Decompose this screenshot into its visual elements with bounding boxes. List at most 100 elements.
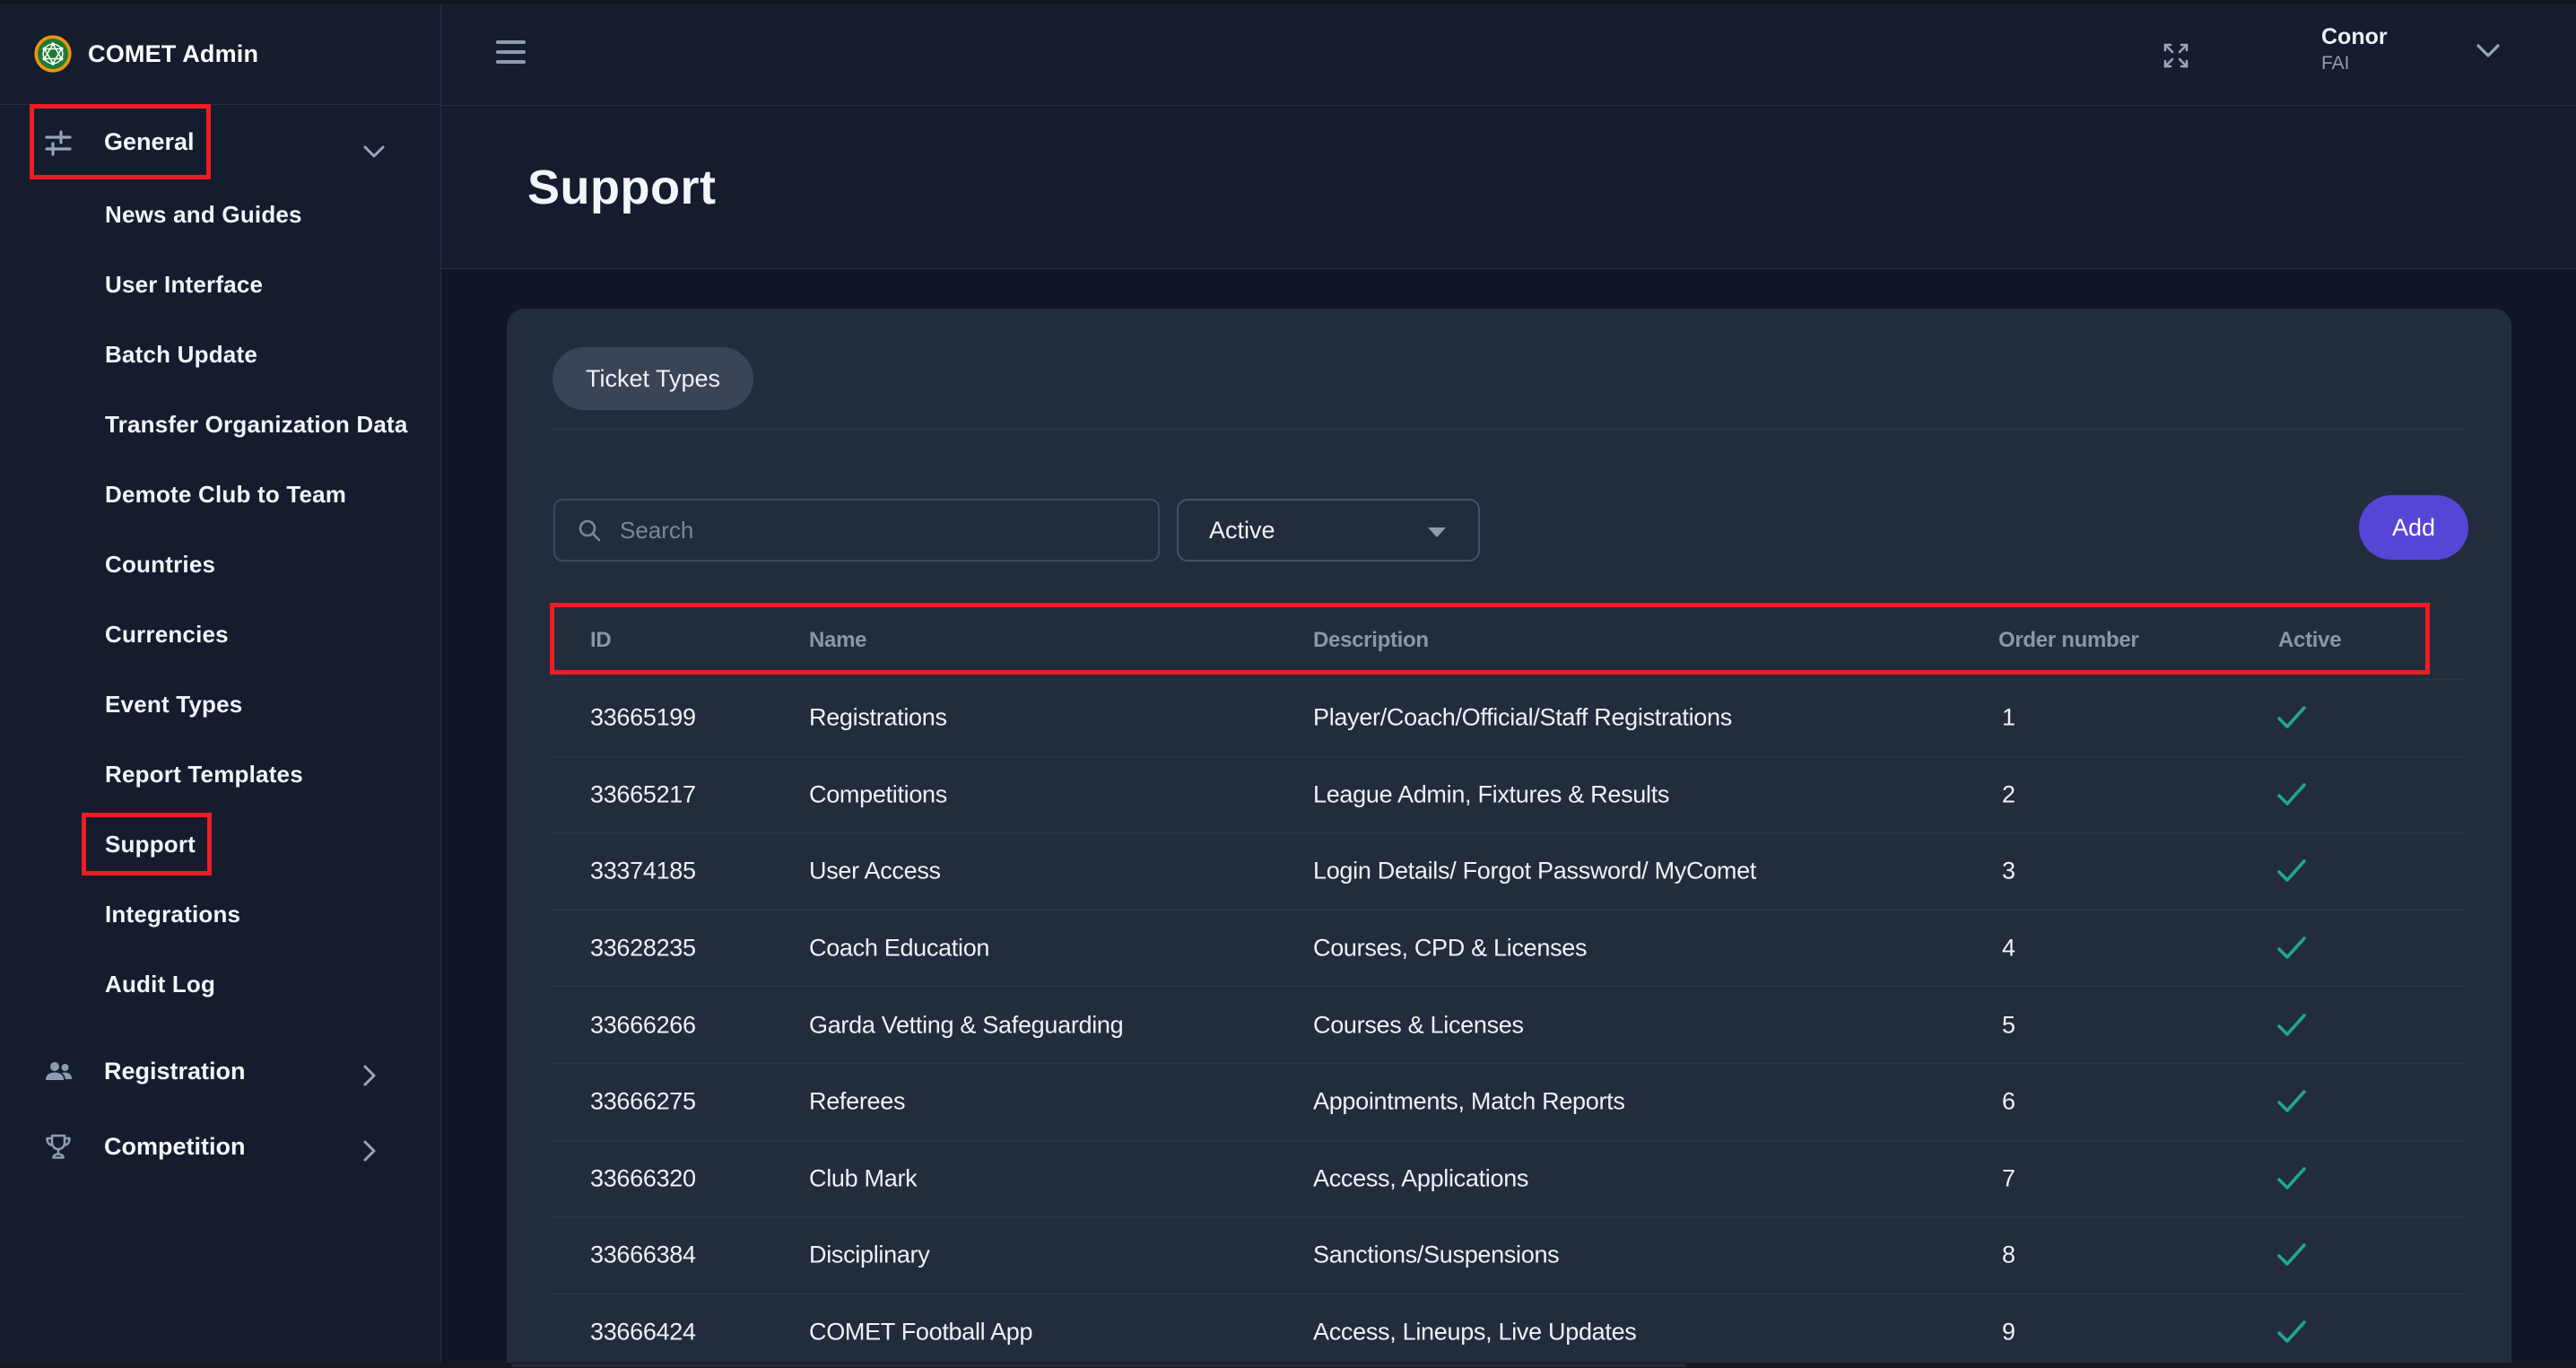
user-menu[interactable]: Conor FAI (2321, 22, 2388, 88)
cell-name: Competitions (809, 780, 947, 808)
table-row[interactable]: 33374185 User Access Login Details/ Forg… (552, 832, 2467, 910)
chevron-right-icon (363, 1065, 385, 1077)
sidebar-subitem[interactable]: Event Types (0, 669, 440, 739)
sidebar-item-label: Competition (104, 1133, 245, 1161)
page-title: Support (527, 160, 716, 215)
active-filter-select[interactable]: Active (1177, 499, 1480, 562)
cell-id: 33666384 (590, 1242, 696, 1269)
window-top-edge (0, 0, 2576, 4)
sidebar-subitem[interactable]: Transfer Organization Data (0, 389, 440, 459)
cell-id: 33374185 (590, 858, 696, 885)
cell-id: 33666320 (590, 1164, 696, 1192)
check-icon (2276, 1165, 2308, 1192)
table-row[interactable]: 33666320 Club Mark Access, Applications … (552, 1140, 2467, 1217)
page-content: Ticket Types Active Add ID Name Descript… (441, 270, 2576, 1368)
cell-order-number: 7 (2002, 1164, 2015, 1192)
cell-id: 33628235 (590, 935, 696, 963)
column-header-name: Name (809, 628, 866, 653)
sidebar-subitem[interactable]: News and Guides (0, 179, 440, 249)
sidebar-subitem[interactable]: Countries (0, 529, 440, 599)
cell-description: Player/Coach/Official/Staff Registration… (1313, 704, 1732, 732)
sidebar-item-registration[interactable]: Registration (0, 1035, 440, 1107)
search-input[interactable] (620, 517, 1104, 545)
sidebar-item-competition[interactable]: Competition (0, 1111, 440, 1182)
table-body: 33665199 Registrations Player/Coach/Offi… (552, 679, 2467, 1368)
cell-id: 33666266 (590, 1011, 696, 1039)
tab-label: Ticket Types (586, 365, 720, 393)
table-row[interactable]: 33666275 Referees Appointments, Match Re… (552, 1063, 2467, 1140)
cell-description: Sanctions/Suspensions (1313, 1242, 1559, 1269)
cell-description: Access, Applications (1313, 1164, 1528, 1192)
table-row[interactable]: 33665217 Competitions League Admin, Fixt… (552, 756, 2467, 833)
scrollbar-thumb[interactable] (511, 1364, 1686, 1367)
menu-toggle-icon[interactable] (496, 40, 526, 67)
cell-order-number: 4 (2002, 935, 2015, 963)
ticket-types-card: Ticket Types Active Add ID Name Descript… (507, 309, 2511, 1368)
cell-description: Courses, CPD & Licenses (1313, 935, 1587, 963)
cell-id: 33665199 (590, 704, 696, 732)
sidebar-subitem[interactable]: Demote Club to Team (0, 459, 440, 529)
cell-name: Garda Vetting & Safeguarding (809, 1011, 1123, 1039)
horizontal-scrollbar[interactable] (0, 1363, 2576, 1368)
sidebar-subitem[interactable]: User Interface (0, 249, 440, 319)
cell-order-number: 5 (2002, 1011, 2015, 1039)
cell-name: Coach Education (809, 935, 989, 963)
cell-description: Login Details/ Forgot Password/ MyComet (1313, 858, 1756, 885)
cell-name: COMET Football App (809, 1319, 1032, 1346)
sidebar-subitem-label: Event Types (105, 691, 242, 719)
sidebar-subitem-label: Transfer Organization Data (105, 411, 408, 439)
cell-order-number: 3 (2002, 858, 2015, 885)
cell-order-number: 2 (2002, 780, 2015, 808)
active-filter-value: Active (1209, 517, 1275, 545)
add-button[interactable]: Add (2359, 495, 2468, 560)
check-icon (2276, 858, 2308, 884)
cell-order-number: 6 (2002, 1088, 2015, 1116)
table-row[interactable]: 33628235 Coach Education Courses, CPD & … (552, 910, 2467, 987)
search-icon (577, 518, 602, 543)
tune-icon (43, 127, 74, 158)
comet-admin-app: COMET Admin General (0, 0, 2576, 1368)
sidebar: COMET Admin General (0, 4, 441, 1363)
table-row[interactable]: 33665199 Registrations Player/Coach/Offi… (552, 679, 2467, 756)
table-row[interactable]: 33666266 Garda Vetting & Safeguarding Co… (552, 986, 2467, 1063)
sidebar-subitem[interactable]: Support (0, 809, 440, 879)
page-header: Support (441, 106, 2576, 269)
check-icon (2276, 1319, 2308, 1346)
sidebar-subitem-label: Demote Club to Team (105, 481, 346, 509)
cell-order-number: 8 (2002, 1242, 2015, 1269)
cell-name: Club Mark (809, 1164, 917, 1192)
sidebar-subitem[interactable]: Batch Update (0, 319, 440, 389)
sidebar-subitem-label: Batch Update (105, 341, 257, 369)
sidebar-subitem-label: Audit Log (105, 971, 215, 998)
sidebar-subitem-label: Currencies (105, 621, 229, 649)
sidebar-item-general[interactable]: General (0, 105, 440, 179)
sidebar-subitem[interactable]: Report Templates (0, 739, 440, 809)
column-header-id: ID (590, 628, 611, 653)
sidebar-subitem[interactable]: Currencies (0, 599, 440, 669)
tab-ticket-types[interactable]: Ticket Types (553, 347, 753, 410)
cell-name: Referees (809, 1088, 905, 1116)
cell-id: 33666275 (590, 1088, 696, 1116)
sidebar-subitem[interactable]: Integrations (0, 879, 440, 949)
sidebar-subitem-label: Report Templates (105, 761, 303, 789)
chevron-down-icon[interactable] (2476, 43, 2501, 59)
ticket-types-table: ID Name Description Order number Active … (552, 599, 2467, 1368)
fullscreen-icon[interactable] (2162, 41, 2190, 70)
cell-description: Courses & Licenses (1313, 1011, 1524, 1039)
chevron-right-icon (363, 1140, 385, 1153)
search-box (553, 499, 1160, 562)
sidebar-subitem[interactable]: Audit Log (0, 949, 440, 1019)
sidebar-subitem-label: Countries (105, 551, 215, 579)
cell-description: League Admin, Fixtures & Results (1313, 780, 1669, 808)
cell-description: Access, Lineups, Live Updates (1313, 1319, 1637, 1346)
table-row[interactable]: 33666424 COMET Football App Access, Line… (552, 1294, 2467, 1368)
brand-title: COMET Admin (88, 40, 258, 68)
trophy-icon (43, 1131, 74, 1162)
sidebar-item-label: General (104, 128, 195, 156)
people-icon (43, 1056, 74, 1086)
column-header-description: Description (1313, 628, 1429, 653)
table-row[interactable]: 33666384 Disciplinary Sanctions/Suspensi… (552, 1216, 2467, 1294)
sidebar-subitem-label: User Interface (105, 271, 263, 299)
cell-name: Registrations (809, 704, 947, 732)
sidebar-item-label: Registration (104, 1058, 246, 1085)
